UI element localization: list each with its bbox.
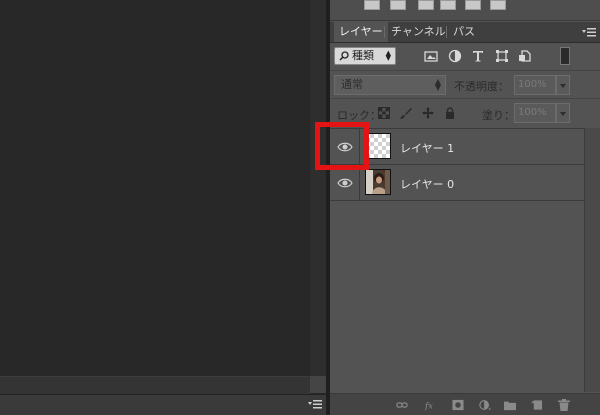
- swatch-icon[interactable]: [490, 0, 506, 10]
- opacity-label: 不透明度：: [454, 80, 509, 93]
- fill-label: 塗り：: [482, 109, 515, 122]
- lock-all-padlock-icon[interactable]: [444, 107, 456, 119]
- status-bar: [0, 394, 326, 415]
- layer-name[interactable]: レイヤー 0: [400, 176, 454, 192]
- panel-tab-bar: レイヤー チャンネル パス: [330, 22, 600, 43]
- updown-caret-icon: ▲ ▼: [385, 49, 391, 62]
- photo-thumbnail-image: [366, 170, 390, 194]
- fill-dropdown-button[interactable]: [556, 103, 570, 123]
- swatch-icon[interactable]: [440, 0, 456, 10]
- panel-menu-icon[interactable]: [582, 27, 596, 37]
- lock-label: ロック：: [337, 109, 381, 122]
- scrollbar-corner: [310, 376, 326, 393]
- canvas-vertical-scrollbar[interactable]: [310, 0, 326, 376]
- shape-filter-icon[interactable]: [495, 49, 509, 63]
- filter-toggle-switch[interactable]: [560, 47, 570, 65]
- lock-position-move-icon[interactable]: [422, 107, 434, 119]
- eye-icon: [337, 178, 353, 188]
- fx-icon[interactable]: fx: [425, 399, 437, 411]
- group-folder-icon[interactable]: [504, 399, 516, 411]
- blend-row: 通常 ▲ ▼ 不透明度： 100%: [330, 70, 600, 99]
- lock-image-pixels-brush-icon[interactable]: [400, 107, 412, 119]
- lock-transparent-pixels-icon[interactable]: [378, 107, 390, 119]
- link-layers-icon[interactable]: [396, 399, 408, 411]
- layers-list: レイヤー 1 レイヤー 0: [330, 128, 600, 392]
- new-layer-icon[interactable]: [531, 399, 543, 411]
- type-filter-icon[interactable]: [471, 49, 485, 63]
- tab-channels[interactable]: チャンネル: [386, 22, 451, 42]
- swatch-icon[interactable]: [418, 0, 434, 10]
- swatch-icon[interactable]: [364, 0, 380, 10]
- layer-visibility-toggle[interactable]: [330, 165, 360, 201]
- add-mask-icon[interactable]: [452, 399, 464, 411]
- trash-icon[interactable]: [558, 399, 570, 411]
- red-highlight-box: [315, 122, 369, 170]
- filter-kind-label: 種類: [352, 49, 374, 62]
- updown-caret-icon: ▲ ▼: [434, 77, 441, 92]
- layer-name[interactable]: レイヤー 1: [400, 140, 454, 156]
- layers-panel: レイヤー チャンネル パス 種類 ▲ ▼ 通常 ▲ ▼ 不透明度： 100% ロ…: [330, 0, 600, 415]
- search-icon: [339, 51, 349, 61]
- filter-kind-select[interactable]: 種類 ▲ ▼: [334, 47, 396, 65]
- tab-paths[interactable]: パス: [448, 22, 480, 42]
- image-filter-icon[interactable]: [424, 49, 438, 63]
- layer-thumbnail-photo: [365, 169, 391, 195]
- opacity-dropdown-button[interactable]: [556, 75, 570, 95]
- canvas-horizontal-scrollbar[interactable]: [0, 376, 310, 394]
- svg-text:fx: fx: [425, 401, 433, 411]
- lock-row: ロック： 塗り： 100%: [330, 98, 600, 127]
- document-canvas-area[interactable]: [0, 0, 310, 376]
- layers-bottom-toolbar: fx: [330, 393, 600, 415]
- top-panel-strip: [330, 0, 600, 21]
- adjustment-layer-icon[interactable]: [479, 399, 491, 411]
- status-menu-icon[interactable]: [308, 399, 322, 409]
- opacity-field[interactable]: 100%: [514, 75, 556, 95]
- swatch-icon[interactable]: [465, 0, 481, 10]
- smart-object-filter-icon[interactable]: [518, 49, 532, 63]
- tab-layers[interactable]: レイヤー: [334, 22, 388, 42]
- blend-mode-value: 通常: [341, 78, 363, 91]
- tab-separator: [384, 26, 385, 38]
- swatch-icon[interactable]: [390, 0, 406, 10]
- fill-field[interactable]: 100%: [514, 103, 556, 123]
- layers-scrollbar[interactable]: [584, 128, 600, 392]
- blend-mode-select[interactable]: 通常 ▲ ▼: [334, 75, 446, 95]
- filter-row: 種類 ▲ ▼: [330, 43, 600, 69]
- adjustment-filter-icon[interactable]: [448, 49, 462, 63]
- tab-separator: [446, 26, 447, 38]
